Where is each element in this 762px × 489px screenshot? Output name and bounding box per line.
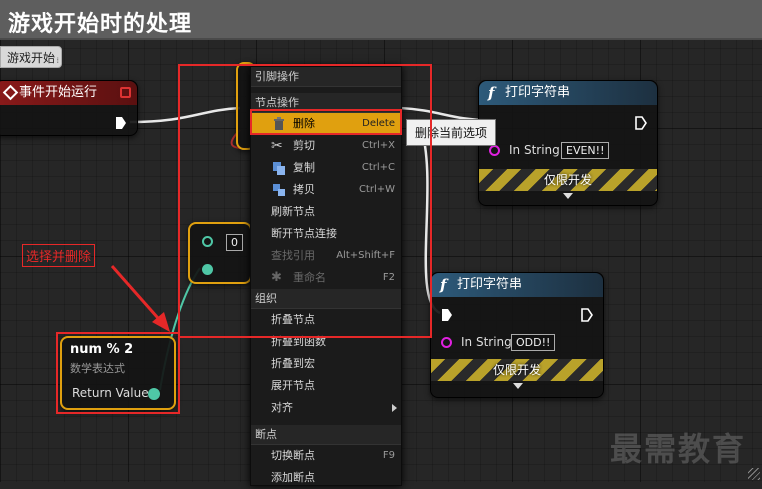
development-only-band: 仅限开发 <box>479 169 657 191</box>
print-node-header: f 打印字符串 <box>479 81 657 105</box>
menu-item-expand-node[interactable]: 展开节点 <box>251 375 401 397</box>
string-pin-icon[interactable] <box>441 337 452 348</box>
resize-grip-icon[interactable] <box>748 468 760 480</box>
exec-in-pin[interactable] <box>441 307 453 321</box>
annotation-box-math-node <box>56 332 180 414</box>
annotation-box-delete <box>250 109 402 135</box>
print-string-node-even[interactable]: f 打印字符串 In String EVEN!! 仅限开发 <box>478 80 658 206</box>
watermark: 最需教育 <box>610 430 747 468</box>
development-only-label: 仅限开发 <box>492 363 541 377</box>
comment-title: 游戏开始时的处理 <box>8 12 193 37</box>
tag-dots-icon: ⁞ <box>56 56 60 65</box>
annotation-box-menu <box>178 64 432 338</box>
development-only-label: 仅限开发 <box>543 173 592 187</box>
in-string-label: In String <box>509 143 560 157</box>
event-begin-play-node[interactable]: 事件开始运行 <box>0 80 138 136</box>
delegate-pin-icon[interactable] <box>120 87 131 98</box>
event-diamond-icon <box>2 84 19 101</box>
shortcut: F9 <box>382 450 395 461</box>
in-string-value[interactable]: ODD!! <box>511 334 556 351</box>
in-string-label: In String <box>461 335 512 349</box>
annotation-label: 选择并删除 <box>22 244 96 267</box>
expand-arrow-icon[interactable] <box>563 193 573 199</box>
menu-item-label: 添加断点 <box>271 471 315 484</box>
menu-item-label: 折叠到宏 <box>271 357 315 370</box>
function-icon: f <box>440 276 447 294</box>
menu-item-collapse-to-macro[interactable]: 折叠到宏 <box>251 353 401 375</box>
expand-arrow-icon[interactable] <box>513 383 523 389</box>
menu-item-label: 切换断点 <box>271 449 315 462</box>
comment-tag-label: 游戏开始 <box>7 51 56 65</box>
menu-item-label: 对齐 <box>271 401 293 414</box>
menu-item-label: 展开节点 <box>271 379 315 392</box>
print-node-header: f 打印字符串 <box>431 273 603 297</box>
print-node-title: 打印字符串 <box>505 85 571 100</box>
function-icon: f <box>488 84 495 102</box>
comment-tag[interactable]: 游戏开始 ⁞ <box>0 46 63 68</box>
development-only-band: 仅限开发 <box>431 359 603 381</box>
exec-out-pin[interactable] <box>635 115 647 130</box>
in-string-value[interactable]: EVEN!! <box>561 142 610 159</box>
menu-item-align[interactable]: 对齐 <box>251 397 401 419</box>
comment-box-header[interactable]: 游戏开始时的处理 <box>0 0 762 40</box>
exec-out-pin[interactable] <box>581 307 593 322</box>
print-string-node-odd[interactable]: f 打印字符串 In String ODD!! 仅限开发 <box>430 272 604 398</box>
string-pin-icon[interactable] <box>489 145 500 156</box>
submenu-arrow-icon <box>392 404 397 412</box>
exec-out-pin[interactable] <box>115 115 127 129</box>
menu-item-add-breakpoint[interactable]: 添加断点 <box>251 467 401 489</box>
event-node-title: 事件开始运行 <box>19 85 98 100</box>
print-node-title: 打印字符串 <box>457 277 523 292</box>
menu-section-breakpoints: 断点 <box>251 425 401 445</box>
menu-item-toggle-breakpoint[interactable]: 切换断点 F9 <box>251 445 401 467</box>
event-node-header: 事件开始运行 <box>0 81 137 105</box>
